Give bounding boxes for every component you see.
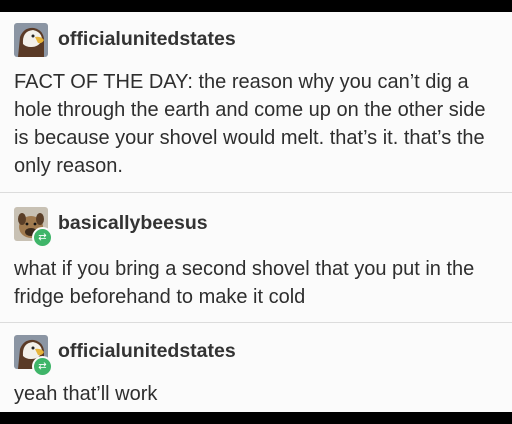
tumblr-post-thread: officialunitedstates FACT OF THE DAY: th… (0, 12, 512, 412)
post-username[interactable]: basicallybeesus (58, 212, 208, 235)
post-original: officialunitedstates FACT OF THE DAY: th… (0, 12, 512, 193)
post-body-text: yeah that’ll work (14, 383, 158, 405)
post-body-text: FACT OF THE DAY: the reason why you can’… (14, 71, 486, 177)
reblog-icon: ⇄ (32, 356, 53, 377)
eagle-avatar-icon[interactable] (14, 23, 48, 57)
post-username[interactable]: officialunitedstates (58, 340, 236, 363)
post-reblog-reply: ⇄ basicallybeesus what if you bring a se… (0, 192, 512, 323)
reblog-icon: ⇄ (32, 227, 53, 248)
post-reblog-reply: ⇄ officialunitedstates yeah that’ll work (0, 322, 512, 412)
post-body-text: what if you bring a second shovel that y… (14, 258, 475, 308)
post-username[interactable]: officialunitedstates (58, 28, 236, 51)
